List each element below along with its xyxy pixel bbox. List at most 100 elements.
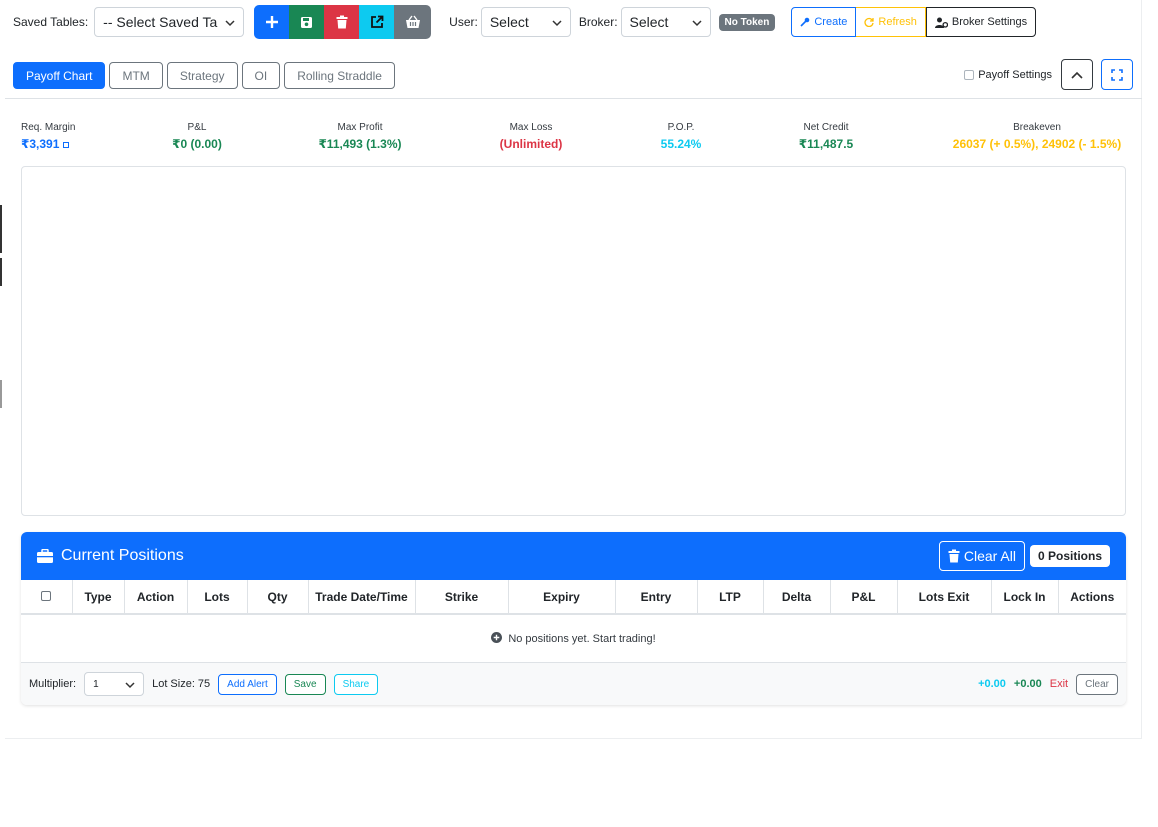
- share-button[interactable]: Share: [333, 673, 379, 695]
- tab-payoff-chart[interactable]: Payoff Chart: [13, 62, 106, 89]
- tab-strategy[interactable]: Strategy: [166, 62, 238, 89]
- stat-breakeven: Breakeven 26037 (+ 0.5%), 24902 (- 1.5%): [945, 122, 1129, 151]
- stat-value: ₹11,493 (1.3%): [318, 137, 402, 151]
- positions-header: Current Positions Clear All 0 Positions: [21, 532, 1126, 580]
- tab-oi[interactable]: OI: [241, 62, 281, 89]
- chevron-down-icon: [692, 20, 702, 27]
- save-positions-button[interactable]: Save: [284, 673, 326, 695]
- stat-max-loss: Max Loss (Unlimited): [481, 122, 581, 151]
- create-label: Create: [814, 16, 848, 28]
- broker-settings-button[interactable]: Broker Settings: [925, 7, 1037, 37]
- refresh-token-button[interactable]: Refresh: [856, 7, 926, 37]
- stat-title: P&L: [187, 122, 207, 133]
- stat-value: ₹11,487.5: [798, 137, 854, 151]
- multiplier-select[interactable]: 1: [84, 672, 145, 696]
- positions-footer: Multiplier: 1 Lot Size: 75 Add Alert Sav…: [21, 663, 1126, 705]
- clear-button[interactable]: Clear: [1076, 673, 1118, 695]
- delete-table-button[interactable]: [324, 5, 360, 39]
- basket-icon: [405, 15, 420, 28]
- plus-circle-icon: [491, 631, 503, 643]
- view-tabs: Payoff Chart MTM Strategy OI Rolling Str…: [13, 62, 395, 89]
- add-table-button[interactable]: [254, 5, 290, 39]
- trash-icon: [336, 15, 348, 29]
- user-select-value: Select: [489, 14, 529, 30]
- positions-count-badge: 0 Positions: [1029, 545, 1110, 567]
- stat-title: Max Profit: [337, 122, 383, 133]
- column-header[interactable]: Delta: [763, 580, 831, 615]
- tab-rolling-straddle[interactable]: Rolling Straddle: [284, 62, 395, 89]
- copy-icon[interactable]: [62, 141, 69, 148]
- add-alert-button[interactable]: Add Alert: [218, 673, 277, 695]
- user-label: User:: [449, 15, 478, 29]
- stat-title: P.O.P.: [667, 122, 695, 133]
- lot-size-label: Lot Size: 75: [152, 678, 211, 690]
- create-token-button[interactable]: Create: [791, 7, 857, 37]
- stat-value: 55.24%: [660, 137, 702, 151]
- stat-pnl: P&L ₹0 (0.00): [147, 122, 247, 151]
- save-icon: [301, 16, 313, 28]
- table-header-row: Type Action Lots Qty Trade Date/Time Str…: [21, 580, 1126, 615]
- stat-title: Max Loss: [509, 122, 553, 133]
- column-header[interactable]: Entry: [615, 580, 698, 615]
- select-all-checkbox[interactable]: [41, 590, 52, 601]
- user-gear-icon: [934, 17, 948, 28]
- stat-value: ₹0 (0.00): [172, 137, 222, 151]
- refresh-icon: [864, 17, 875, 27]
- column-header[interactable]: Expiry: [508, 580, 616, 615]
- column-header[interactable]: Lock In: [991, 580, 1059, 615]
- expand-icon: [1111, 68, 1123, 81]
- window-edge: [0, 205, 2, 253]
- chevron-down-icon: [225, 20, 235, 27]
- strategy-stats: Req. Margin ₹3,391 P&L ₹0 (0.00) Max Pro…: [5, 122, 1142, 156]
- external-link-icon: [370, 15, 384, 28]
- column-header[interactable]: Lots: [187, 580, 248, 615]
- refresh-label: Refresh: [878, 16, 917, 28]
- stat-req-margin: Req. Margin ₹3,391: [21, 122, 75, 151]
- saved-tables-value: -- Select Saved Ta: [103, 14, 218, 30]
- payoff-chart-area[interactable]: [21, 166, 1126, 516]
- clear-all-button[interactable]: Clear All: [938, 541, 1025, 571]
- column-header[interactable]: Lots Exit: [897, 580, 992, 615]
- broker-label: Broker:: [578, 15, 618, 29]
- stat-pop: P.O.P. 55.24%: [631, 122, 731, 151]
- window-edge: [0, 380, 2, 408]
- plus-icon: [265, 16, 278, 28]
- payoff-settings-checkbox[interactable]: [964, 69, 975, 80]
- saved-tables-select[interactable]: -- Select Saved Ta: [94, 7, 245, 37]
- user-select[interactable]: Select: [480, 7, 571, 37]
- collapse-button[interactable]: [1061, 59, 1093, 90]
- multiplier-label: Multiplier:: [29, 678, 77, 690]
- column-header[interactable]: Trade Date/Time: [308, 580, 416, 615]
- column-header[interactable]: Actions: [1058, 580, 1126, 615]
- exit-link[interactable]: Exit: [1050, 678, 1068, 690]
- broker-actions-group: Create Refresh Broker Settings: [791, 7, 1037, 37]
- key-icon: [800, 17, 810, 27]
- stat-value: 26037 (+ 0.5%), 24902 (- 1.5%): [952, 137, 1122, 151]
- save-table-button[interactable]: [289, 5, 325, 39]
- select-all-header: [21, 580, 73, 615]
- stat-value: (Unlimited): [499, 137, 563, 151]
- basket-button[interactable]: [394, 5, 432, 39]
- total-value-cyan: +0.00: [978, 678, 1006, 690]
- column-header[interactable]: LTP: [697, 580, 764, 615]
- column-header[interactable]: Qty: [247, 580, 309, 615]
- column-header[interactable]: Strike: [415, 580, 509, 615]
- stat-title: Net Credit: [803, 122, 849, 133]
- chevron-up-icon: [1071, 71, 1083, 79]
- open-external-button[interactable]: [359, 5, 395, 39]
- multiplier-value: 1: [93, 678, 99, 690]
- window-edge: [0, 258, 2, 286]
- chart-settings-area: Payoff Settings: [964, 59, 1133, 90]
- column-header[interactable]: Action: [124, 580, 188, 615]
- column-header[interactable]: Type: [72, 580, 125, 615]
- token-status-badge: No Token: [718, 13, 776, 31]
- broker-select-value: Select: [629, 14, 669, 30]
- table-actions-group: [254, 5, 432, 39]
- chevron-down-icon: [125, 682, 135, 689]
- column-header[interactable]: P&L: [830, 580, 898, 615]
- tab-mtm[interactable]: MTM: [109, 62, 163, 89]
- stat-max-profit: Max Profit ₹11,493 (1.3%): [290, 122, 430, 151]
- fullscreen-button[interactable]: [1101, 59, 1133, 90]
- broker-select[interactable]: Select: [620, 7, 711, 37]
- toolbar: Saved Tables: -- Select Saved Ta User: S…: [13, 5, 1037, 39]
